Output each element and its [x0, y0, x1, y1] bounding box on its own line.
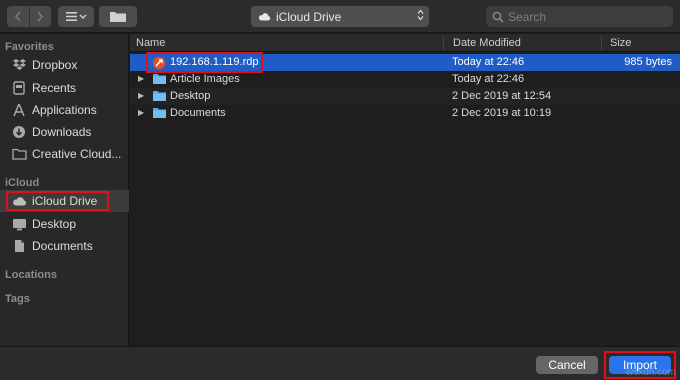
- desktop-icon: [11, 216, 27, 232]
- search-icon: [492, 11, 504, 23]
- sidebar-section-tags: Tags: [5, 293, 30, 305]
- column-header: Name Date Modified Size: [130, 34, 680, 52]
- sidebar-section-favorites: Favorites: [5, 41, 54, 53]
- sidebar-item-label: Desktop: [32, 217, 77, 231]
- file-size: 985 bytes: [624, 56, 672, 68]
- chevron-right-icon: [37, 11, 44, 22]
- disclosure-triangle-icon[interactable]: ▶: [138, 74, 144, 83]
- nav-buttons: [7, 6, 51, 27]
- sidebar-item-documents[interactable]: Documents: [0, 235, 129, 257]
- file-row-rdp[interactable]: 192.168.1.119.rdp Today at 22:46 985 byt…: [130, 52, 680, 73]
- search-input[interactable]: [508, 9, 658, 24]
- column-name-header[interactable]: Name: [136, 37, 165, 49]
- file-date: 2 Dec 2019 at 10:19: [452, 107, 552, 119]
- recents-icon: [11, 80, 27, 96]
- cancel-button[interactable]: Cancel: [536, 356, 598, 374]
- sidebar-item-label: Applications: [32, 103, 97, 117]
- search-field[interactable]: [486, 6, 673, 27]
- location-popup[interactable]: iCloud Drive: [251, 6, 429, 27]
- file-name: Documents: [170, 107, 226, 119]
- file-date: 2 Dec 2019 at 12:54: [452, 90, 552, 102]
- popup-stepper-icon: [417, 9, 424, 21]
- sidebar-section-icloud: iCloud: [5, 177, 40, 189]
- sidebar-item-label: Recents: [32, 81, 77, 95]
- new-folder-button[interactable]: [99, 6, 137, 27]
- sidebar-item-desktop[interactable]: Desktop: [0, 213, 129, 235]
- sidebar-item-downloads[interactable]: Downloads: [0, 121, 129, 143]
- sidebar-item-icloud-drive[interactable]: iCloud Drive: [0, 190, 129, 212]
- file-browser: Name Date Modified Size 192.168.1.119.rd…: [130, 34, 680, 346]
- new-folder-icon: [110, 12, 126, 22]
- sidebar-item-label: Dropbox: [32, 58, 78, 72]
- column-date-header[interactable]: Date Modified: [453, 37, 521, 49]
- documents-icon: [11, 238, 27, 254]
- folder-icon: [11, 146, 27, 162]
- sidebar-item-applications[interactable]: Applications: [0, 99, 129, 121]
- rdp-file-icon: [152, 56, 166, 70]
- file-name: 192.168.1.119.rdp: [170, 56, 259, 68]
- toolbar: iCloud Drive: [0, 0, 680, 33]
- folder-icon: [152, 73, 166, 86]
- sidebar-section-locations: Locations: [5, 269, 57, 281]
- file-name: Desktop: [170, 90, 211, 102]
- sidebar-item-label: Documents: [32, 239, 93, 253]
- location-label: iCloud Drive: [276, 9, 342, 24]
- sidebar-item-label: Downloads: [32, 125, 92, 139]
- file-row-desktop[interactable]: ▶ Desktop 2 Dec 2019 at 12:54: [130, 88, 680, 105]
- sidebar-item-dropbox[interactable]: Dropbox: [0, 54, 129, 76]
- file-date: Today at 22:46: [452, 56, 525, 68]
- watermark: wsxdn.com: [625, 367, 676, 378]
- cloud-icon: [258, 12, 271, 21]
- highlight-outline: [6, 191, 109, 211]
- disclosure-triangle-icon[interactable]: ▶: [138, 108, 144, 117]
- dialog-footer: Cancel Import wsxdn.com: [0, 346, 680, 380]
- sidebar: Favorites Dropbox Recents Applications D…: [0, 34, 129, 346]
- folder-icon: [152, 90, 166, 103]
- list-view-icon: [66, 12, 87, 21]
- forward-button[interactable]: [28, 6, 51, 27]
- downloads-icon: [11, 124, 27, 140]
- file-name: Article Images: [170, 73, 240, 85]
- file-row-documents[interactable]: ▶ Documents 2 Dec 2019 at 10:19: [130, 105, 680, 122]
- applications-icon: [11, 102, 27, 118]
- column-divider: [601, 36, 602, 50]
- view-options-button[interactable]: [58, 6, 94, 27]
- disclosure-triangle-icon[interactable]: ▶: [138, 91, 144, 100]
- column-size-header[interactable]: Size: [610, 37, 631, 49]
- dropbox-icon: [11, 57, 27, 73]
- chevron-left-icon: [14, 11, 21, 22]
- file-row-article-images[interactable]: ▶ Article Images Today at 22:46: [130, 71, 680, 88]
- back-button[interactable]: [7, 6, 29, 27]
- sidebar-item-recents[interactable]: Recents: [0, 77, 129, 99]
- folder-icon: [152, 107, 166, 120]
- sidebar-item-label: Creative Cloud...: [32, 147, 122, 161]
- column-divider: [443, 36, 444, 50]
- file-date: Today at 22:46: [452, 73, 525, 85]
- sidebar-item-creative-cloud[interactable]: Creative Cloud...: [0, 143, 129, 165]
